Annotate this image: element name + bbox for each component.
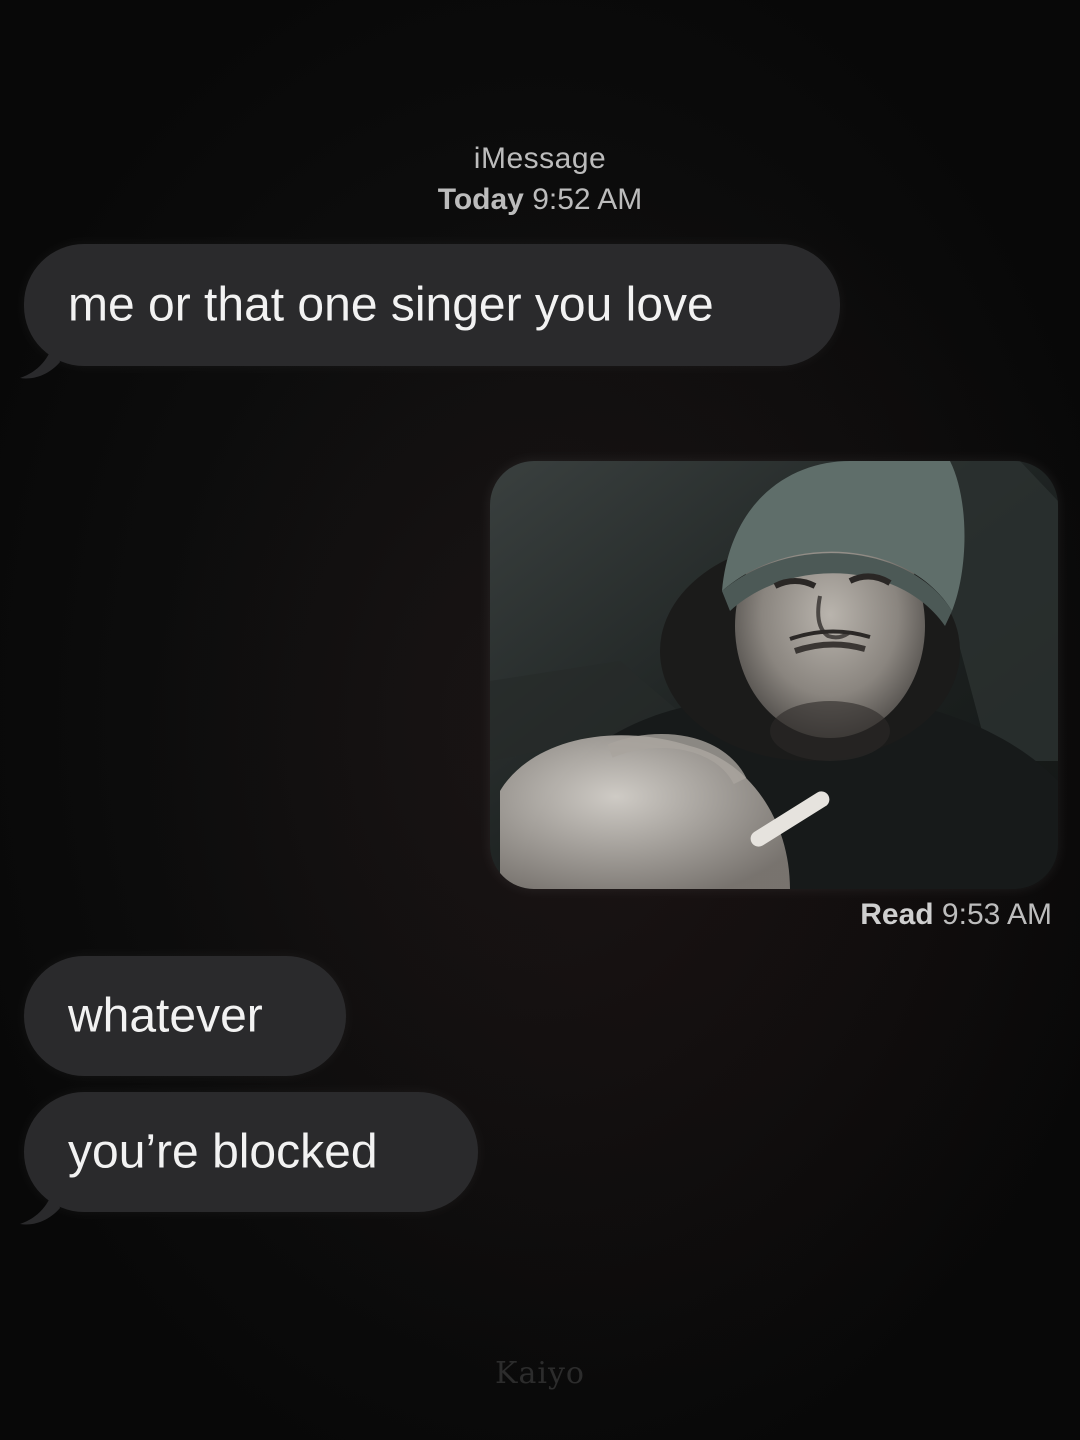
message-text: you’re blocked — [68, 1125, 378, 1179]
read-time: 9:53 AM — [941, 898, 1052, 931]
photo-image — [490, 461, 1058, 889]
message-bubble-received[interactable]: me or that one singer you love — [20, 244, 840, 379]
message-bubble-received[interactable]: you’re blocked — [20, 1092, 478, 1225]
bubble-tail — [20, 1186, 60, 1225]
read-label: Read — [860, 898, 934, 931]
message-photo-sent[interactable] — [490, 461, 1058, 889]
message-bubble-received[interactable]: whatever — [24, 956, 346, 1076]
conversation-header: iMessage Today 9:52 AM — [0, 140, 1080, 222]
read-receipt: Read 9:53 AM — [860, 898, 1052, 932]
message-text: whatever — [68, 989, 263, 1043]
watermark: Kaiyo — [495, 1356, 585, 1391]
service-label: iMessage — [473, 142, 607, 175]
timestamp: Today 9:52 AM — [0, 178, 1080, 222]
timestamp-day: Today — [437, 183, 524, 216]
message-text: me or that one singer you love — [68, 278, 714, 332]
timestamp-time: 9:52 AM — [532, 183, 643, 216]
bubble-tail — [20, 340, 60, 379]
